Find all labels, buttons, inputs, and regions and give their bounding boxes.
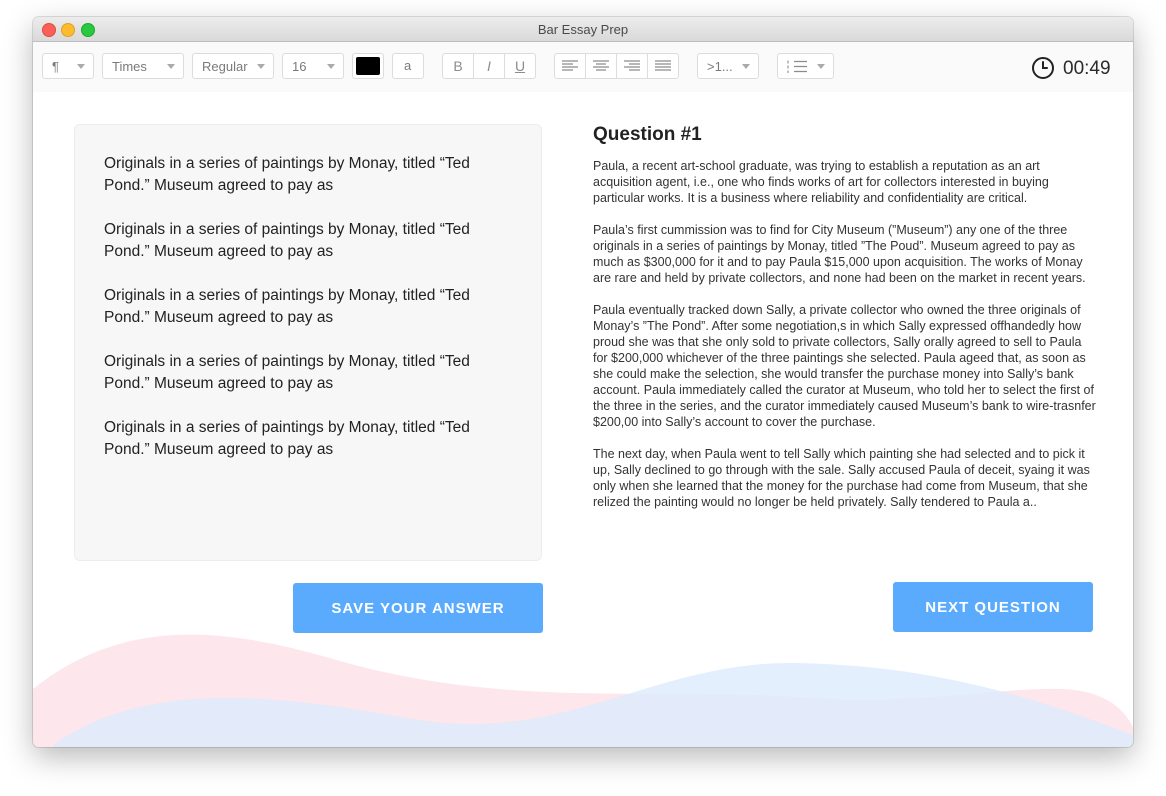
- timer-value: 00:49: [1063, 58, 1111, 79]
- bold-button[interactable]: B: [443, 54, 474, 78]
- question-title: Question #1: [593, 124, 702, 145]
- text-style-group: B I U: [442, 53, 536, 79]
- chevron-down-icon: [77, 64, 85, 69]
- question-paragraph: Paula eventually tracked down Sally, a p…: [593, 303, 1096, 429]
- decorative-waves: [33, 634, 1133, 747]
- text-color-swatch: [356, 57, 380, 75]
- align-right-button[interactable]: [617, 54, 648, 78]
- app-window: Bar Essay Prep ¶ Times Regular 16 a B I …: [33, 17, 1133, 747]
- answer-paragraph: Originals in a series of paintings by Mo…: [104, 353, 470, 392]
- paragraph-style-label: ¶: [52, 59, 59, 74]
- underline-button[interactable]: U: [505, 54, 535, 78]
- window-title: Bar Essay Prep: [537, 22, 629, 37]
- align-center-button[interactable]: [586, 54, 617, 78]
- list-style-select[interactable]: [777, 53, 834, 79]
- align-justify-icon: [655, 60, 671, 71]
- italic-button[interactable]: I: [474, 54, 505, 78]
- indent-select[interactable]: >1...: [697, 53, 759, 79]
- save-answer-button[interactable]: SAVE YOUR ANSWER: [293, 583, 543, 633]
- font-family-select[interactable]: Times: [102, 53, 184, 79]
- chevron-down-icon: [817, 64, 825, 69]
- title-bar: Bar Essay Prep: [33, 17, 1133, 42]
- chevron-down-icon: [257, 64, 265, 69]
- formatting-toolbar: ¶ Times Regular 16 a B I U >1... 00:49: [33, 42, 1133, 92]
- align-center-icon: [593, 60, 609, 71]
- numbered-list-icon: [787, 60, 807, 76]
- next-question-button[interactable]: NEXT QUESTION: [893, 582, 1093, 632]
- indent-label: >1...: [707, 59, 733, 74]
- alignment-group: [554, 53, 679, 79]
- align-left-icon: [562, 60, 578, 71]
- chevron-down-icon: [742, 64, 750, 69]
- font-family-label: Times: [112, 59, 147, 74]
- highlight-button[interactable]: a: [392, 53, 424, 79]
- answer-paragraph: Originals in a series of paintings by Mo…: [104, 155, 470, 194]
- align-justify-button[interactable]: [648, 54, 678, 78]
- answer-paragraph: Originals in a series of paintings by Mo…: [104, 419, 470, 458]
- font-weight-label: Regular: [202, 59, 248, 74]
- question-text: Paula, a recent art-school graduate, was…: [593, 158, 1098, 526]
- highlight-label: a: [404, 58, 412, 73]
- text-color-button[interactable]: [352, 53, 384, 79]
- paragraph-style-select[interactable]: ¶: [42, 53, 94, 79]
- question-paragraph: Paula, a recent art-school graduate, was…: [593, 159, 1049, 205]
- clock-icon: [1032, 57, 1054, 79]
- align-right-icon: [624, 60, 640, 71]
- question-paragraph: The next day, when Paula went to tell Sa…: [593, 447, 1090, 509]
- timer: 00:49: [1031, 56, 1113, 80]
- chevron-down-icon: [327, 64, 335, 69]
- font-size-select[interactable]: 16: [282, 53, 344, 79]
- question-paragraph: Paula’s first cummission was to find for…: [593, 223, 1086, 285]
- answer-paragraph: Originals in a series of paintings by Mo…: [104, 287, 470, 326]
- answer-editor[interactable]: Originals in a series of paintings by Mo…: [74, 124, 542, 561]
- font-weight-select[interactable]: Regular: [192, 53, 274, 79]
- chevron-down-icon: [167, 64, 175, 69]
- font-size-label: 16: [292, 59, 307, 74]
- align-left-button[interactable]: [555, 54, 586, 78]
- answer-paragraph: Originals in a series of paintings by Mo…: [104, 221, 470, 260]
